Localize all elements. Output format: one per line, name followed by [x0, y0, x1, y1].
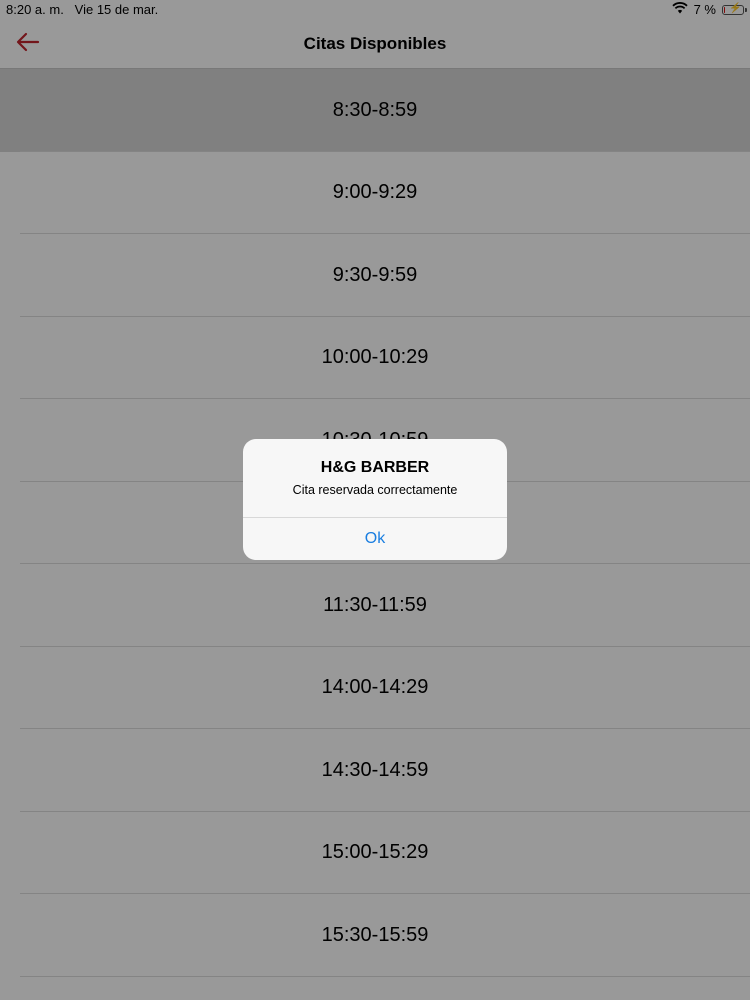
alert-message: Cita reservada correctamente	[292, 483, 458, 497]
ok-button[interactable]: Ok	[243, 518, 507, 560]
alert-dialog: H&G BARBER Cita reservada correctamente …	[243, 439, 507, 560]
alert-title: H&G BARBER	[320, 459, 430, 476]
